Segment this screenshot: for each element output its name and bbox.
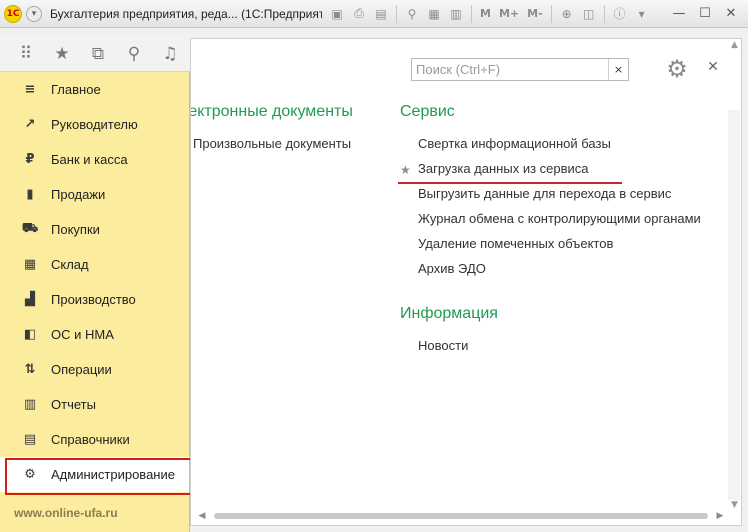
section-toolbar: ⠿ ★ ⧉ ⚲ ♫: [0, 36, 190, 72]
memory-plus-button[interactable]: M+: [497, 5, 521, 23]
title-toolbar: ▣ ⎙ ▤ ⚲ ▦ ▥ M M+ M- ⊕ ◫ ⓘ ▾: [326, 4, 653, 23]
scroll-right-arrow-icon[interactable]: ▶: [714, 511, 726, 521]
sidebar-item-label: Справочники: [51, 432, 130, 447]
shopping-cart-icon: ⛟: [21, 221, 39, 236]
clear-search-button[interactable]: ×: [608, 59, 628, 80]
sidebar-item-sales[interactable]: ▮ Продажи: [0, 177, 189, 212]
search-input[interactable]: [412, 59, 608, 80]
close-panel-icon[interactable]: ✕: [705, 59, 721, 75]
sidebar-item-label: ОС и НМА: [51, 327, 114, 342]
reference-book-icon: ▤: [23, 432, 37, 447]
toolbar-divider: [550, 4, 552, 23]
sidebar-item-administration[interactable]: ⚙ Администрирование: [0, 457, 192, 495]
info-icon[interactable]: ⓘ: [611, 5, 629, 23]
link-delete-marked[interactable]: Удаление помеченных объектов: [418, 236, 613, 251]
save-icon[interactable]: ▣: [328, 5, 346, 23]
operations-icon: ⇅: [24, 362, 36, 377]
sidebar-item-label: Главное: [51, 82, 101, 97]
sidebar-item-reports[interactable]: ▥ Отчеты: [0, 387, 189, 422]
toolbar-divider: [471, 4, 472, 23]
toolbar-divider: [396, 4, 397, 23]
factory-icon: ▟: [25, 292, 35, 307]
section-title-information: Информация: [400, 305, 498, 322]
window-controls: — ☐ ✕: [666, 5, 744, 23]
calculator-icon[interactable]: ▥: [447, 5, 465, 23]
shopping-bag-icon: ▮: [26, 187, 34, 202]
link-icon[interactable]: ⚲: [403, 5, 421, 23]
main-menu-button[interactable]: ▾: [26, 5, 42, 22]
section-title-service: Сервис: [400, 103, 455, 120]
sidebar-item-label: Отчеты: [51, 397, 96, 412]
app-logo-icon[interactable]: 1С: [4, 4, 22, 23]
link-edo-archive[interactable]: Архив ЭДО: [418, 261, 486, 276]
link-database-collapse[interactable]: Свертка информационной базы: [418, 136, 611, 151]
horizontal-scrollbar[interactable]: ◀ ▶: [196, 509, 726, 523]
maximize-icon[interactable]: ☐: [694, 5, 716, 23]
sidebar-item-label: Администрирование: [51, 467, 175, 482]
panel-settings-gear-icon[interactable]: ⚙: [663, 55, 691, 83]
zoom-icon[interactable]: ⊕: [558, 5, 576, 23]
sidebar-item-bank[interactable]: ₽ Банк и касса: [0, 142, 189, 177]
favorites-star-icon[interactable]: ★: [44, 39, 80, 69]
watermark-url: www.online-ufa.ru: [14, 506, 118, 520]
sidebar-item-production[interactable]: ▟ Производство: [0, 282, 189, 317]
link-exchange-log[interactable]: Журнал обмена с контролирующими органами: [418, 211, 701, 226]
vertical-scrollbar[interactable]: [728, 110, 740, 500]
title-bar: 1С ▾ Бухгалтерия предприятия, реда... (1…: [0, 0, 748, 28]
highlight-underline: [398, 182, 622, 184]
window-title: Бухгалтерия предприятия, реда... (1С:Пре…: [50, 6, 322, 21]
section-title-documents: лектронные документы: [190, 103, 353, 120]
sidebar-item-label: Производство: [51, 292, 136, 307]
assets-icon: ◧: [23, 327, 37, 342]
notifications-bell-icon[interactable]: ♫: [152, 39, 188, 69]
memory-minus-button[interactable]: M-: [525, 5, 545, 23]
memory-button[interactable]: M: [478, 5, 493, 23]
toolbar-divider: [603, 4, 605, 23]
link-news[interactable]: Новости: [418, 338, 468, 353]
search-box: ×: [411, 58, 629, 81]
sidebar-item-manager[interactable]: ↗ Руководителю: [0, 107, 189, 142]
sidebar-item-operations[interactable]: ⇅ Операции: [0, 352, 189, 387]
menu-icon: ≡: [24, 82, 36, 97]
scroll-up-arrow-icon[interactable]: ▲: [731, 40, 738, 50]
sidebar-item-label: Операции: [51, 362, 112, 377]
reports-bar-icon: ▥: [23, 397, 37, 412]
link-load-from-service[interactable]: Загрузка данных из сервиса: [418, 161, 589, 176]
trend-chart-icon: ↗: [24, 117, 36, 132]
print-icon[interactable]: ⎙: [350, 5, 368, 23]
ruble-coin-icon: ₽: [25, 152, 35, 167]
sidebar-item-label: Покупки: [51, 222, 100, 237]
calendar-icon[interactable]: ▦: [425, 5, 443, 23]
warehouse-grid-icon: ▦: [23, 257, 37, 272]
apps-grid-icon[interactable]: ⠿: [8, 39, 44, 69]
sidebar-item-purchases[interactable]: ⛟ Покупки: [0, 212, 189, 247]
section-panel: × ⚙ ✕ лектронные документы Произвольные …: [190, 38, 742, 526]
minimize-icon[interactable]: —: [668, 5, 690, 23]
sidebar-item-warehouse[interactable]: ▦ Склад: [0, 247, 189, 282]
scroll-down-arrow-icon[interactable]: ▼: [731, 500, 738, 510]
sidebar-item-label: Склад: [51, 257, 89, 272]
favorite-star-icon[interactable]: ★: [400, 163, 411, 177]
sidebar-item-label: Продажи: [51, 187, 106, 202]
link-export-for-service[interactable]: Выгрузить данные для перехода в сервис: [418, 186, 671, 201]
scroll-thumb[interactable]: [214, 513, 708, 519]
sidebar-item-main[interactable]: ≡ Главное: [0, 72, 189, 107]
link-arbitrary-documents[interactable]: Произвольные документы: [193, 136, 351, 151]
sidebar-item-label: Банк и касса: [51, 152, 128, 167]
gear-icon: ⚙: [24, 467, 36, 482]
preview-icon[interactable]: ▤: [372, 5, 390, 23]
sidebar-item-references[interactable]: ▤ Справочники: [0, 422, 189, 457]
close-icon[interactable]: ✕: [720, 5, 742, 23]
search-icon[interactable]: ⚲: [116, 39, 152, 69]
history-icon[interactable]: ⧉: [80, 39, 116, 69]
sidebar-item-label: Руководителю: [51, 117, 138, 132]
sidebar-item-assets[interactable]: ◧ ОС и НМА: [0, 317, 189, 352]
sections-sidebar: ≡ Главное ↗ Руководителю ₽ Банк и касса …: [0, 72, 192, 532]
scroll-left-arrow-icon[interactable]: ◀: [196, 511, 208, 521]
layout-icon[interactable]: ◫: [580, 5, 598, 23]
info-menu-icon[interactable]: ▾: [633, 5, 651, 23]
